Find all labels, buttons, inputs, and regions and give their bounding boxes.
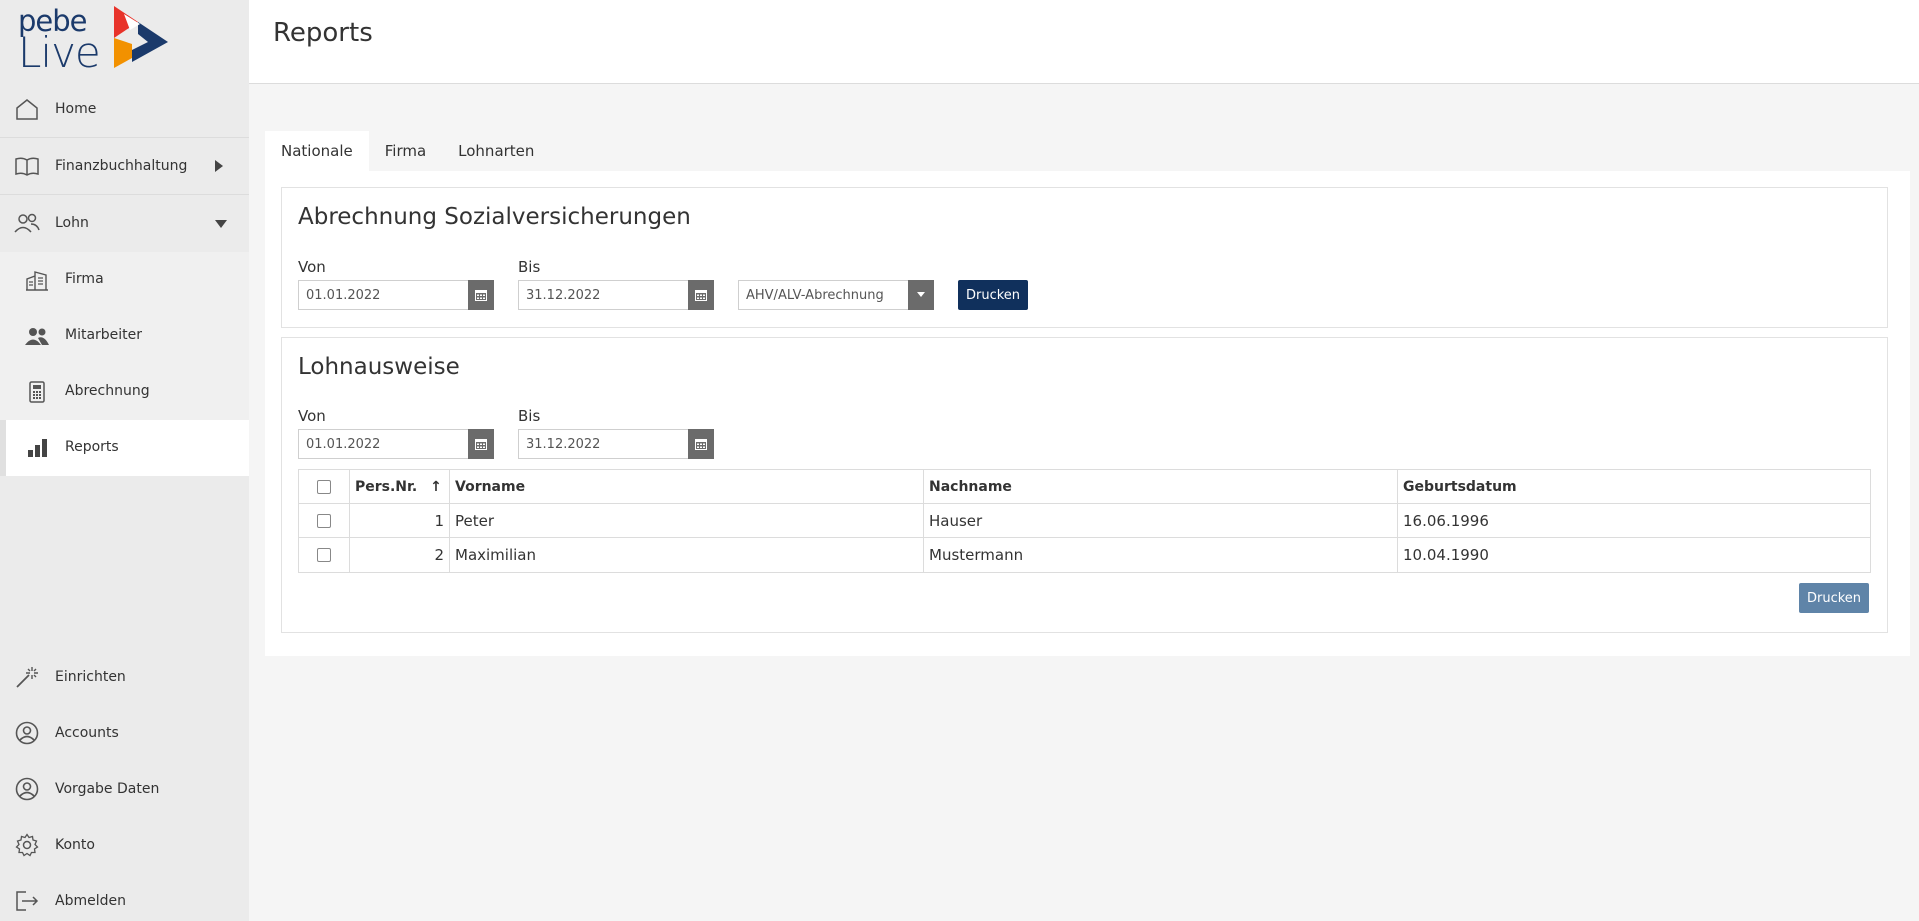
sidebar-subitem-label: Abrechnung — [65, 383, 150, 399]
sidebar-subitem-abrechnung[interactable]: Abrechnung — [0, 364, 249, 420]
calendar-icon[interactable] — [468, 280, 494, 310]
sozialversicherungen-card: Abrechnung Sozialversicherungen Von 01.0… — [281, 187, 1888, 328]
cell-nachname: Mustermann — [924, 538, 1398, 572]
column-header-nachname[interactable]: Nachname — [924, 470, 1398, 504]
cell-persnr: 1 — [350, 504, 450, 538]
gear-icon — [15, 833, 39, 857]
von-date-input[interactable]: 01.01.2022 — [298, 280, 494, 310]
sidebar-subitem-firma[interactable]: Firma — [0, 252, 249, 308]
sidebar-item-lohn[interactable]: Lohn — [0, 195, 249, 251]
row-checkbox[interactable] — [317, 514, 331, 528]
table-row[interactable]: 2 Maximilian Mustermann 10.04.1990 — [299, 538, 1870, 572]
sidebar-item-label: Home — [55, 101, 97, 117]
print-sozialversicherung-button[interactable]: Drucken — [958, 280, 1029, 310]
sidebar-subitem-label: Mitarbeiter — [65, 327, 143, 343]
print-lohnausweise-button[interactable]: Drucken — [1799, 583, 1870, 613]
von-date-value: 01.01.2022 — [306, 437, 381, 452]
bis-label: Bis — [518, 407, 541, 425]
calendar-icon[interactable] — [468, 429, 494, 459]
sidebar-item-vorgabe-daten[interactable]: Vorgabe Daten — [0, 761, 249, 817]
cell-vorname: Peter — [450, 504, 924, 538]
cell-persnr: 2 — [350, 538, 450, 572]
sidebar-item-finanzbuchhaltung[interactable]: Finanzbuchhaltung — [0, 138, 249, 194]
column-header-label: Pers.Nr. — [355, 479, 418, 495]
bis-label: Bis — [518, 258, 541, 276]
sidebar-item-einrichten[interactable]: Einrichten — [0, 649, 249, 705]
table-row[interactable]: 1 Peter Hauser 16.06.1996 — [299, 504, 1870, 538]
bar-chart-icon — [28, 439, 47, 457]
row-checkbox[interactable] — [317, 548, 331, 562]
select-all-checkbox[interactable] — [317, 480, 331, 494]
column-header-vorname[interactable]: Vorname — [450, 470, 924, 504]
calendar-icon[interactable] — [688, 280, 714, 310]
building-icon — [26, 271, 48, 291]
tab-panel: Abrechnung Sozialversicherungen Von 01.0… — [265, 171, 1910, 656]
dropdown-arrow-icon[interactable] — [908, 280, 934, 310]
cell-vorname: Maximilian — [450, 538, 924, 572]
magic-wand-icon — [16, 667, 38, 688]
sidebar-item-konto[interactable]: Konto — [0, 817, 249, 873]
sidebar-subitem-label: Reports — [65, 439, 119, 455]
account-circle-icon — [15, 777, 39, 801]
sidebar-item-label: Vorgabe Daten — [55, 781, 160, 797]
row-select-cell — [299, 538, 350, 572]
sidebar-item-accounts[interactable]: Accounts — [0, 705, 249, 761]
sidebar-item-label: Finanzbuchhaltung — [55, 158, 188, 174]
chevron-down-icon — [215, 220, 227, 228]
bis-date-value: 31.12.2022 — [526, 288, 601, 303]
logo-mark-icon — [114, 6, 168, 68]
abrechnung-type-value: AHV/ALV-Abrechnung — [746, 288, 884, 303]
home-icon — [16, 99, 38, 120]
sidebar-item-label: Abmelden — [55, 893, 126, 909]
calendar-icon[interactable] — [688, 429, 714, 459]
table-header-row: Pers.Nr. ↑ Vorname Nachname Geburtsdatum — [299, 470, 1870, 504]
tab-firma[interactable]: Firma — [369, 131, 442, 171]
sidebar-subitem-label: Firma — [65, 271, 104, 287]
sidebar-item-abmelden[interactable]: Abmelden — [0, 873, 249, 921]
page-header: Reports — [249, 0, 1919, 84]
sidebar-item-label: Konto — [55, 837, 95, 853]
tab-lohnarten[interactable]: Lohnarten — [442, 131, 550, 171]
select-all-cell — [299, 470, 350, 504]
sidebar-item-label: Einrichten — [55, 669, 126, 685]
von-label: Von — [298, 407, 326, 425]
people-icon — [25, 328, 49, 345]
sidebar-subitem-reports[interactable]: Reports — [0, 420, 249, 476]
sidebar-item-home[interactable]: Home — [0, 81, 249, 137]
account-circle-icon — [15, 721, 39, 745]
bis-date-input[interactable]: 31.12.2022 — [518, 280, 714, 310]
row-select-cell — [299, 504, 350, 538]
section-title: Lohnausweise — [298, 354, 460, 380]
lohnausweise-card: Lohnausweise Von 01.01.2022 Bis 31.12.20… — [281, 337, 1888, 633]
cell-nachname: Hauser — [924, 504, 1398, 538]
employee-table: Pers.Nr. ↑ Vorname Nachname Geburtsdatum… — [298, 469, 1871, 573]
sort-ascending-icon: ↑ — [430, 479, 442, 495]
column-header-persnr[interactable]: Pers.Nr. ↑ — [350, 470, 450, 504]
book-icon — [15, 157, 39, 176]
sidebar-item-label: Lohn — [55, 215, 89, 231]
tab-nationale[interactable]: Nationale — [265, 131, 369, 171]
tab-bar: Nationale Firma Lohnarten — [265, 131, 550, 171]
sidebar-subitem-mitarbeiter[interactable]: Mitarbeiter — [0, 308, 249, 364]
column-header-geburtsdatum[interactable]: Geburtsdatum — [1398, 470, 1870, 504]
logo-text-live: Live — [18, 28, 101, 77]
sidebar-item-label: Accounts — [55, 725, 119, 741]
logout-icon — [16, 891, 39, 911]
sidebar: pebe Live Home Finanzbuchhaltung Lohn Fi… — [0, 0, 249, 921]
calculator-icon — [29, 381, 45, 403]
page-title: Reports — [273, 18, 373, 48]
pebe-live-logo[interactable]: pebe Live — [18, 4, 178, 77]
section-title: Abrechnung Sozialversicherungen — [298, 204, 691, 230]
cell-geburtsdatum: 10.04.1990 — [1403, 546, 1489, 564]
von-date-value: 01.01.2022 — [306, 288, 381, 303]
bis-date-input[interactable]: 31.12.2022 — [518, 429, 714, 459]
von-date-input[interactable]: 01.01.2022 — [298, 429, 494, 459]
cell-geburtsdatum: 16.06.1996 — [1403, 512, 1489, 530]
chevron-right-icon — [215, 160, 223, 172]
bis-date-value: 31.12.2022 — [526, 437, 601, 452]
abrechnung-type-select[interactable]: AHV/ALV-Abrechnung — [738, 280, 934, 310]
users-icon — [14, 213, 40, 233]
von-label: Von — [298, 258, 326, 276]
